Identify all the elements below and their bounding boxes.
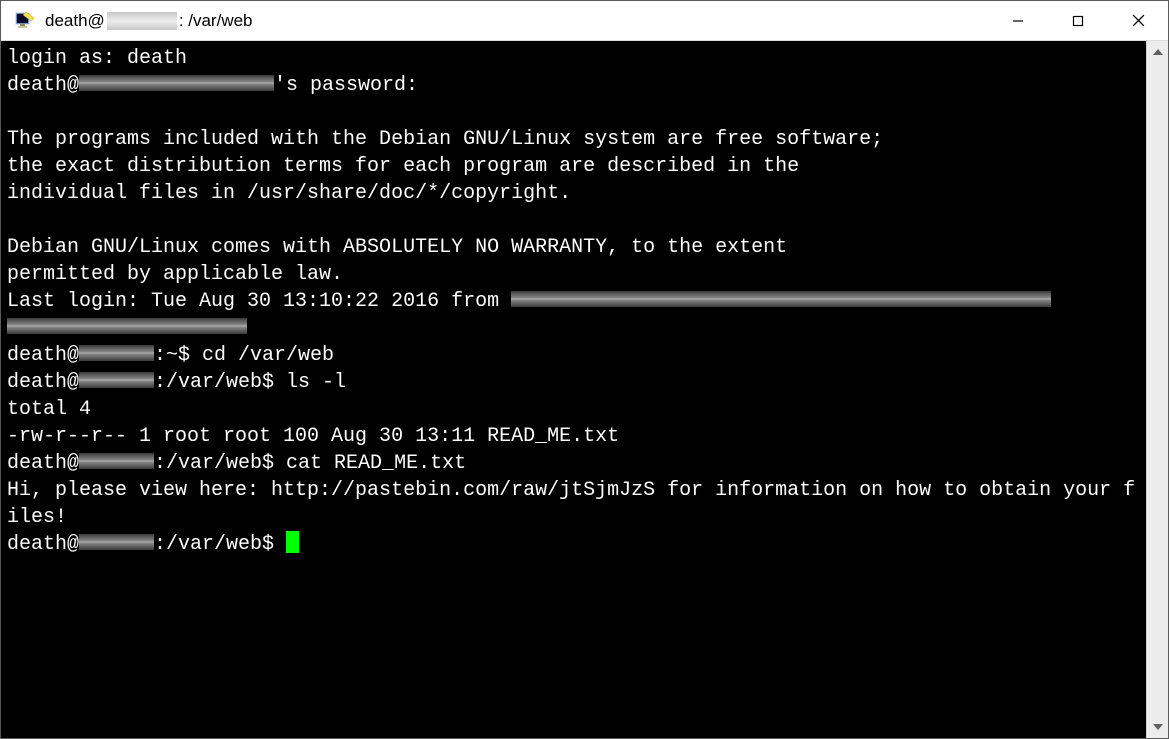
maximize-button[interactable]: [1048, 1, 1108, 40]
putty-icon: [13, 9, 37, 33]
ls-total: total 4: [7, 398, 91, 421]
cat-output: Hi, please view here: http://pastebin.co…: [7, 479, 1135, 529]
motd-line4: Debian GNU/Linux comes with ABSOLUTELY N…: [7, 236, 787, 259]
cmd1: cd /var/web: [202, 344, 334, 367]
window-title: death@ : /var/web: [45, 11, 988, 31]
ls-line: -rw-r--r-- 1 root root 100 Aug 30 13:11 …: [7, 425, 619, 448]
redacted-host-p2: [79, 372, 154, 388]
redacted-host-p3: [79, 453, 154, 469]
cursor: [286, 531, 299, 553]
prompt4-prefix: death@: [7, 533, 79, 556]
prompt1-suffix: :~$: [154, 344, 202, 367]
prompt1-prefix: death@: [7, 344, 79, 367]
prompt3-suffix: :/var/web$: [154, 452, 286, 475]
close-button[interactable]: [1108, 1, 1168, 40]
motd-line5: permitted by applicable law.: [7, 263, 343, 286]
pw-suffix: 's password:: [274, 74, 418, 97]
cmd3: cat READ_ME.txt: [286, 452, 466, 475]
cmd2: ls -l: [286, 371, 346, 394]
title-prefix: death@: [45, 11, 105, 31]
terminal-output[interactable]: login as: death death@ 's password: The p…: [1, 41, 1146, 738]
redacted-host-p1: [79, 345, 154, 361]
login-prompt: login as:: [7, 47, 127, 70]
prompt2-prefix: death@: [7, 371, 79, 394]
putty-window: death@ : /var/web login as: death death@ '…: [0, 0, 1169, 739]
scroll-up-icon[interactable]: [1147, 41, 1168, 63]
title-suffix: : /var/web: [179, 11, 253, 31]
terminal-area: login as: death death@ 's password: The p…: [1, 41, 1168, 738]
prompt3-prefix: death@: [7, 452, 79, 475]
titlebar[interactable]: death@ : /var/web: [1, 1, 1168, 41]
prompt2-suffix: :/var/web$: [154, 371, 286, 394]
last-login: Last login: Tue Aug 30 13:10:22 2016 fro…: [7, 290, 511, 313]
title-redacted-host: [107, 12, 177, 30]
motd-line3: individual files in /usr/share/doc/*/cop…: [7, 182, 571, 205]
motd-line2: the exact distribution terms for each pr…: [7, 155, 799, 178]
login-user: death: [127, 47, 187, 70]
scroll-down-icon[interactable]: [1147, 716, 1168, 738]
redacted-host-p4: [79, 534, 154, 550]
minimize-button[interactable]: [988, 1, 1048, 40]
pw-prefix: death@: [7, 74, 79, 97]
redacted-host: [79, 75, 274, 91]
motd-line1: The programs included with the Debian GN…: [7, 128, 883, 151]
prompt4-suffix: :/var/web$: [154, 533, 286, 556]
redacted-line: [7, 318, 247, 334]
window-controls: [988, 1, 1168, 40]
scrollbar[interactable]: [1146, 41, 1168, 738]
redacted-from: [511, 291, 1051, 307]
